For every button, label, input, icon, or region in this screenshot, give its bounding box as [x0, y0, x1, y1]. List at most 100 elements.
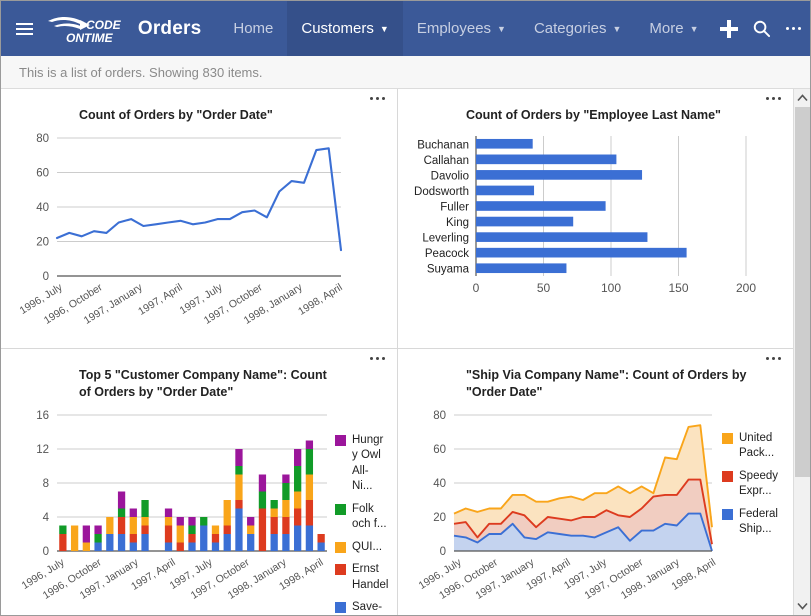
bar-segment: [294, 508, 302, 526]
bar-segment: [188, 525, 196, 534]
bar-segment: [164, 525, 173, 543]
more-actions-button[interactable]: [778, 1, 810, 56]
bar-segment: [270, 516, 278, 534]
legend-label: Speedy Expr...: [739, 469, 779, 498]
axis-tick-label: 0: [43, 271, 49, 283]
chart-legend: United Pack... Speedy Expr... Federal Ship…: [722, 431, 785, 545]
bar-segment: [317, 542, 325, 551]
bar-segment: [235, 474, 243, 500]
search-button[interactable]: [745, 1, 777, 56]
stacked-area-chart: 0 20 40 60 80 1996, July 1996, October 1997, Ja…: [406, 401, 785, 606]
bar-segment: [188, 542, 196, 551]
chevron-down-icon: [796, 602, 808, 610]
bar-segment: [176, 542, 184, 551]
code-ontime-logo[interactable]: CODE ONTIME: [46, 12, 124, 46]
axis-tick-label: Callahan: [424, 155, 469, 167]
bar-segment: [94, 533, 102, 543]
bar-segment: [188, 516, 196, 526]
panel-menu-button[interactable]: [370, 357, 385, 360]
bar-segment: [141, 533, 149, 551]
axis-tick-label: 0: [473, 281, 480, 295]
top-navigation-bar: CODE ONTIME Orders Home Customers ▼ Empl…: [1, 1, 810, 56]
chart-title: Count of Orders by "Order Date": [79, 108, 273, 122]
bar-segment: [270, 499, 278, 509]
bar: [476, 185, 535, 196]
panel-menu-button[interactable]: [766, 97, 781, 100]
bar: [476, 263, 567, 273]
axis-tick-label: King: [446, 217, 469, 229]
bar-segment: [94, 542, 102, 551]
axis-tick-label: 80: [36, 133, 49, 145]
svg-text:ONTIME: ONTIME: [66, 31, 114, 45]
new-record-button[interactable]: [713, 1, 745, 56]
bar-segment: [94, 525, 102, 534]
bar-segment: [258, 491, 267, 509]
nav-item-home[interactable]: Home: [219, 1, 287, 56]
panel-menu-button[interactable]: [370, 97, 385, 100]
chart-legend: Hungry Owl All-Ni... Folk och f... QUI... E…: [335, 433, 389, 615]
application-window: CODE ONTIME Orders Home Customers ▼ Empl…: [0, 0, 811, 616]
bar-segment: [141, 499, 149, 517]
bar-segment: [82, 542, 90, 551]
bar: [476, 154, 617, 165]
legend-item[interactable]: Folk och f...: [335, 502, 389, 533]
nav-item-customers[interactable]: Customers ▼: [287, 1, 403, 56]
legend-swatch: [335, 541, 346, 553]
scroll-down-button[interactable]: [794, 597, 811, 615]
page-title: Orders: [137, 17, 202, 39]
bar-segment: [106, 533, 114, 551]
scrollbar-track[interactable]: [794, 107, 811, 597]
list-summary-bar: This is a list of orders. Showing 830 it…: [1, 56, 810, 89]
legend-item[interactable]: United Pack...: [722, 431, 785, 462]
legend-label: United Pack...: [739, 431, 775, 460]
svg-text:1997, April: 1997, April: [136, 281, 184, 317]
bar-segment: [235, 465, 243, 475]
nav-item-employees[interactable]: Employees ▼: [403, 1, 520, 56]
nav-item-label: More: [649, 20, 684, 37]
hamburger-menu-icon[interactable]: [11, 22, 38, 35]
nav-item-label: Customers: [301, 20, 374, 37]
bar-segment: [258, 474, 267, 492]
nav-item-categories[interactable]: Categories ▼: [520, 1, 635, 56]
bar-segment: [247, 516, 255, 526]
nav-item-label: Categories: [533, 20, 607, 37]
bar-segment: [176, 516, 184, 526]
plus-icon: [719, 19, 738, 38]
axis-tick-label: 80: [433, 410, 446, 422]
axis-tick-label: Fuller: [440, 201, 469, 213]
bar-segment: [294, 448, 302, 466]
legend-swatch: [335, 602, 346, 614]
legend-label: Save-a-lot...: [352, 601, 383, 614]
legend-item[interactable]: Ernst Handel: [335, 562, 389, 593]
legend-item[interactable]: Hungry Owl All-Ni...: [335, 433, 389, 495]
legend-swatch: [722, 470, 733, 482]
legend-label: Folk och f...: [352, 502, 387, 531]
line-chart-canvas: 0204060801996, July1996, October1997, Ja…: [18, 133, 345, 327]
scroll-up-button[interactable]: [794, 89, 811, 107]
panel-menu-button[interactable]: [766, 357, 781, 360]
stacked-bar-chart: 0 4 8 12 16 1996, July 1996, October 1997, Janu…: [9, 401, 389, 614]
legend-item[interactable]: QUI...: [335, 540, 389, 556]
content-area: Count of Orders by "Order Date" 0 20 40 60 8…: [1, 89, 810, 615]
legend-item[interactable]: Speedy Expr...: [722, 469, 785, 500]
bar: [476, 169, 643, 180]
axis-tick-label: 16: [36, 410, 49, 422]
bar-segment: [129, 516, 137, 534]
axis-tick-label: 12: [36, 444, 49, 456]
legend-swatch: [335, 434, 346, 446]
axis-tick-label: 60: [433, 444, 446, 456]
chevron-down-icon: ▼: [497, 24, 506, 34]
bar-segment: [270, 508, 278, 517]
axis-tick-label: 60: [36, 167, 49, 179]
scrollbar-thumb[interactable]: [794, 107, 810, 477]
panel-orders-by-employee: Count of Orders by "Employee Last Name" …: [398, 89, 793, 349]
logo-icon: CODE ONTIME: [47, 16, 122, 45]
nav-item-more[interactable]: More ▼: [635, 1, 712, 56]
chevron-down-icon: ▼: [612, 24, 622, 34]
bar-segment: [129, 542, 137, 551]
vertical-scrollbar[interactable]: [793, 89, 810, 615]
legend-item[interactable]: Federal Ship...: [722, 507, 785, 538]
legend-item[interactable]: Save-a-lot...: [335, 600, 389, 615]
bar-segment: [200, 516, 208, 526]
panel-ship-via-company: "Ship Via Company Name": Count of Orders…: [398, 349, 793, 615]
